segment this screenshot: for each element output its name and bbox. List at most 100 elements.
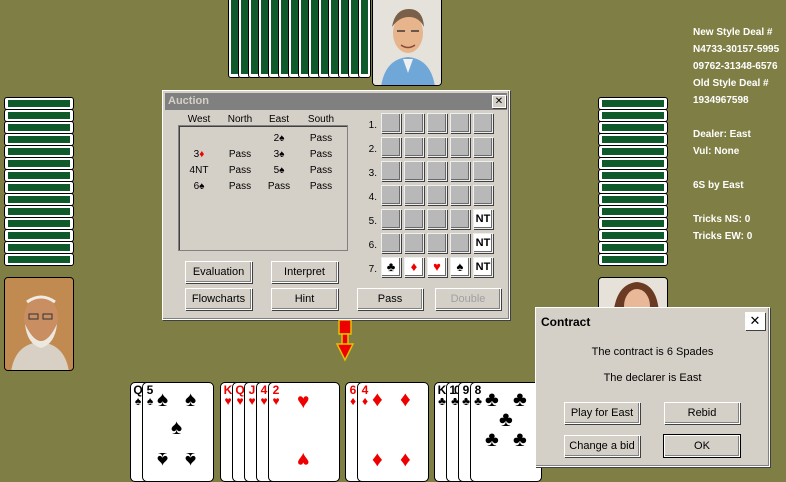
bid-east-3: 5♠ <box>273 165 285 176</box>
bid-cell <box>381 113 401 133</box>
club-icon: ♣ <box>485 388 499 411</box>
card-rank: J <box>248 383 256 397</box>
bid-cell <box>427 161 447 181</box>
east-hand <box>598 97 668 277</box>
contract-message: The contract is 6 Spades <box>591 346 714 358</box>
contract-summary: 6S by East <box>693 180 744 191</box>
bid-cell <box>381 233 401 253</box>
club-icon: ♣ <box>513 428 527 451</box>
auction-close-button[interactable]: ✕ <box>492 95 506 108</box>
card-hearts-2[interactable]: 2 ♥ ♥ ♥ <box>268 382 340 482</box>
tricks-ns: Tricks NS: 0 <box>693 214 751 225</box>
new-style-deal-line2: 09762-31348-6576 <box>693 61 778 72</box>
bid-north-2: Pass <box>228 149 252 160</box>
spade-icon: ♠ <box>185 388 197 411</box>
north-hand <box>228 0 378 86</box>
spade-icon: ♠ <box>157 388 169 411</box>
hint-button[interactable]: Hint <box>271 288 338 310</box>
bid-cell <box>473 137 493 157</box>
double-button[interactable]: Double <box>435 288 501 310</box>
bid-cell <box>404 233 424 253</box>
bid-7nt-button[interactable]: NT <box>473 257 493 277</box>
card-rank: 9 <box>462 383 470 397</box>
heart-icon: ♥ <box>297 448 310 471</box>
bid-east-4: Pass <box>267 181 291 192</box>
bid-cell <box>427 233 447 253</box>
card-diamonds-4[interactable]: 4 ♦ ♦ ♦ ♦ ♦ <box>357 382 429 482</box>
col-header-north: North <box>227 114 253 125</box>
bid-cell <box>473 161 493 181</box>
bid-west-3: 4NT <box>189 165 209 176</box>
spade-icon: ♠ <box>157 448 169 471</box>
bid-south-4: Pass <box>309 181 333 192</box>
flowcharts-button[interactable]: Flowcharts <box>185 288 252 310</box>
spade-icon: ♠ <box>171 416 183 439</box>
contract-dialog: Contract ✕ The contract is 6 Spades The … <box>535 307 770 467</box>
bid-cell <box>427 185 447 205</box>
bid-cell <box>473 113 493 133</box>
bid-cell <box>450 113 470 133</box>
old-style-deal-label: Old Style Deal # <box>693 78 769 89</box>
bid-cell <box>404 185 424 205</box>
contract-title-bar: Contract <box>538 310 767 334</box>
change-a-bid-button[interactable]: Change a bid <box>564 435 640 457</box>
interpret-button[interactable]: Interpret <box>271 261 338 283</box>
club-icon: ♣ <box>485 428 499 451</box>
col-header-south: South <box>307 114 335 125</box>
bid-cell <box>450 185 470 205</box>
contract-title: Contract <box>541 315 591 329</box>
rebid-button[interactable]: Rebid <box>664 402 740 424</box>
diamond-icon: ♦ <box>372 448 383 471</box>
bid-cell <box>404 113 424 133</box>
col-header-east: East <box>268 114 289 125</box>
bid-6nt-button[interactable]: NT <box>473 233 493 253</box>
card-rank: 8 <box>474 383 482 397</box>
bid-7d-button[interactable]: ♦ <box>404 257 424 277</box>
contract-close-button[interactable]: ✕ <box>745 312 765 330</box>
bid-cell <box>473 185 493 205</box>
play-for-east-button[interactable]: Play for East <box>564 402 640 424</box>
level-label-3: 3. <box>368 168 377 179</box>
bid-cell <box>381 137 401 157</box>
declarer-message: The declarer is East <box>603 372 702 384</box>
bid-cell <box>427 137 447 157</box>
card-clubs-8[interactable]: 8 ♣ ♣ ♣ ♣ ♣ ♣ <box>470 382 542 482</box>
level-label-1: 1. <box>368 120 377 131</box>
pass-button[interactable]: Pass <box>357 288 423 310</box>
diamond-icon: ♦ <box>372 388 383 411</box>
level-label-6: 6. <box>368 240 377 251</box>
bid-west-4: 6♠ <box>193 181 205 192</box>
bid-cell <box>381 185 401 205</box>
card-spades-5[interactable]: 5 ♠ ♠ ♠ ♠ ♠ ♠ <box>142 382 214 482</box>
bid-cell <box>404 161 424 181</box>
bid-cell <box>427 209 447 229</box>
bid-north-4: Pass <box>228 181 252 192</box>
west-hand <box>4 97 74 277</box>
diamond-icon: ♦ <box>400 388 411 411</box>
bid-cell <box>404 137 424 157</box>
north-player-portrait <box>372 0 442 86</box>
club-icon: ♣ <box>513 388 527 411</box>
old-style-deal-value: 1934967598 <box>693 95 749 106</box>
bid-7s-button[interactable]: ♠ <box>450 257 470 277</box>
col-header-west: West <box>187 114 211 125</box>
bid-west-2: 3♦ <box>193 149 205 160</box>
new-style-deal-line1: N4733-30157-5995 <box>693 44 780 55</box>
bid-south-3: Pass <box>309 165 333 176</box>
bid-7c-button[interactable]: ♣ <box>381 257 401 277</box>
level-label-4: 4. <box>368 192 377 203</box>
card-rank: 4 <box>361 383 369 397</box>
new-style-deal-label: New Style Deal # <box>693 27 773 38</box>
dealer-text: Dealer: East <box>693 129 751 140</box>
auction-title: Auction <box>168 95 209 107</box>
bid-east-2: 3♠ <box>273 149 285 160</box>
club-icon: ♣ <box>499 408 513 431</box>
card-rank: 5 <box>146 383 154 397</box>
ok-button[interactable]: OK <box>663 434 741 458</box>
evaluation-button[interactable]: Evaluation <box>185 261 252 283</box>
vulnerability-text: Vul: None <box>693 146 740 157</box>
bid-cell <box>427 113 447 133</box>
level-label-5: 5. <box>368 216 377 227</box>
bid-5nt-button[interactable]: NT <box>473 209 493 229</box>
bid-7h-button[interactable]: ♥ <box>427 257 447 277</box>
